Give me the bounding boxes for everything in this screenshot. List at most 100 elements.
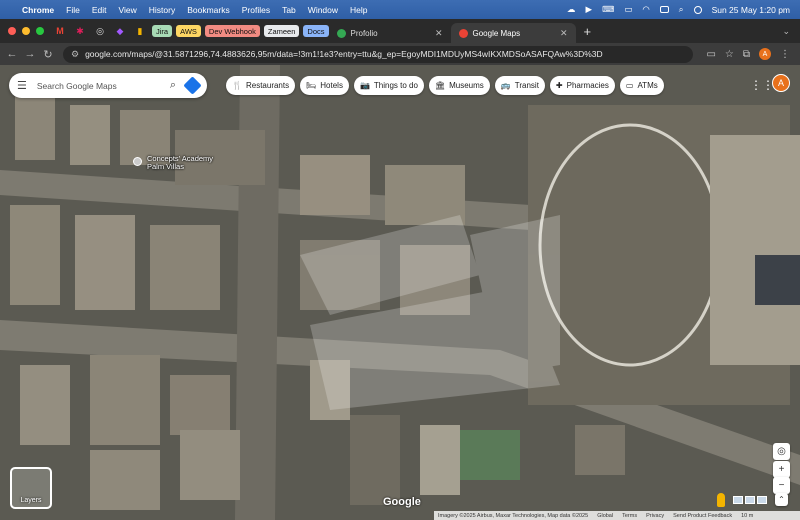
minimize-window-button[interactable] — [22, 27, 30, 35]
expand-icon[interactable]: ⌃ — [775, 493, 788, 506]
zoom-out-button[interactable]: − — [773, 477, 790, 494]
browser-toolbar: ← → ↻ ⚙ google.com/maps/@31.5871296,74.4… — [0, 43, 800, 65]
forward-button[interactable]: → — [21, 48, 39, 60]
chip-things-to-do[interactable]: 📷 Things to do — [353, 76, 424, 95]
chip-museums[interactable]: 🏛 Museums — [428, 76, 490, 95]
thumbnail-icon[interactable] — [733, 496, 743, 504]
gmail-icon[interactable]: M — [52, 23, 68, 39]
control-center-icon[interactable] — [693, 5, 702, 14]
atm-icon: ▭ — [625, 81, 634, 90]
account-avatar[interactable]: A — [772, 74, 790, 92]
search-icon[interactable]: ⌕ — [679, 4, 684, 15]
wifi-icon[interactable]: ◠ — [642, 4, 649, 15]
tab-group-jira[interactable]: Jira — [152, 25, 173, 37]
tab-group-zameen[interactable]: Zameen — [263, 25, 300, 37]
pinned-tabs: M ✱ ◎ ◆ ▮ — [52, 23, 148, 39]
menu-edit[interactable]: Edit — [92, 5, 107, 15]
analytics-icon[interactable]: ▮ — [132, 23, 148, 39]
satellite-imagery — [0, 65, 800, 520]
profile-avatar[interactable]: A — [759, 48, 771, 60]
battery-icon[interactable]: ▭ — [624, 4, 632, 15]
zoom-in-button[interactable]: + — [773, 461, 790, 478]
tab-group-aws[interactable]: AWS — [176, 25, 201, 37]
site-info-icon[interactable]: ⚙ — [71, 49, 79, 60]
keyboard-icon[interactable]: ⌨ — [602, 4, 614, 15]
menu-help[interactable]: Help — [350, 5, 367, 15]
chip-label: Pharmacies — [566, 81, 609, 90]
menu-tab[interactable]: Tab — [282, 5, 296, 15]
layers-label: Layers — [20, 497, 42, 504]
google-maps-favicon-icon — [458, 28, 468, 38]
bus-icon: 🚌 — [500, 81, 511, 90]
imagery-attribution: Imagery ©2025 Airbus, Maxar Technologies… — [438, 512, 589, 519]
url-text: google.com/maps/@31.5871296,74.4883626,9… — [85, 49, 603, 59]
new-tab-button[interactable]: + — [576, 24, 592, 39]
tab-profolio[interactable]: Profolio ✕ — [329, 23, 451, 43]
menu-history[interactable]: History — [149, 5, 175, 15]
chip-hotels[interactable]: 🛏 Hotels — [300, 76, 349, 95]
menu-bookmarks[interactable]: Bookmarks — [187, 5, 230, 15]
menu-app-name[interactable]: Chrome — [22, 5, 54, 15]
tab-search-icon[interactable]: ⌄ — [782, 26, 790, 37]
tab-strip: M ✱ ◎ ◆ ▮ Jira AWS Dev Webhook Zameen Do… — [0, 19, 800, 43]
close-tab-icon[interactable]: ✕ — [435, 28, 443, 39]
close-tab-icon[interactable]: ✕ — [560, 28, 568, 39]
address-bar[interactable]: ⚙ google.com/maps/@31.5871296,74.4883626… — [63, 45, 693, 63]
menu-window[interactable]: Window — [308, 5, 338, 15]
clock[interactable]: Sun 25 May 1:20 pm — [712, 5, 790, 15]
google-logo: Google — [383, 496, 421, 508]
play-icon[interactable]: ▶ — [586, 4, 593, 15]
back-button[interactable]: ← — [3, 48, 21, 60]
directions-icon[interactable] — [183, 76, 202, 95]
terms-link[interactable]: Terms — [622, 513, 637, 519]
chip-pharmacies[interactable]: ✚ Pharmacies — [549, 76, 615, 95]
cast-icon[interactable]: ▭ — [706, 49, 715, 60]
screen-mirroring-icon[interactable] — [659, 6, 669, 13]
browser-menu-icon[interactable]: ⋮ — [780, 49, 790, 60]
place-label[interactable]: Concepts' Academy Palm Villas — [147, 155, 213, 171]
extensions-icon[interactable]: ⧉ — [743, 49, 750, 60]
search-box[interactable]: ☰ Search Google Maps ⌕ — [9, 73, 207, 98]
reload-button[interactable]: ↻ — [39, 48, 57, 61]
scale-bar[interactable]: 10 m — [741, 513, 753, 519]
chip-transit[interactable]: 🚌 Transit — [494, 76, 545, 95]
chip-restaurants[interactable]: 🍴 Restaurants — [226, 76, 296, 95]
chip-atms[interactable]: ▭ ATMs — [619, 76, 664, 95]
github-icon[interactable]: ◎ — [92, 23, 108, 39]
chip-label: Restaurants — [245, 81, 290, 90]
street-view-thumbnails[interactable] — [733, 496, 767, 504]
cloud-icon[interactable]: ☁ — [567, 4, 576, 15]
slack-icon[interactable]: ✱ — [72, 23, 88, 39]
layers-button[interactable]: Layers — [10, 467, 52, 509]
satellite-map[interactable]: ☰ Search Google Maps ⌕ 🍴 Restaurants 🛏 Hot… — [0, 65, 800, 520]
menu-icon[interactable]: ☰ — [17, 79, 27, 92]
thumbnail-icon[interactable] — [745, 496, 755, 504]
my-location-button[interactable]: ◎ — [773, 443, 790, 460]
search-icon[interactable]: ⌕ — [170, 79, 176, 92]
search-input[interactable]: Search Google Maps — [37, 81, 160, 91]
privacy-link[interactable]: Privacy — [646, 513, 664, 519]
tab-group-dev-webhook[interactable]: Dev Webhook — [204, 25, 260, 37]
chip-label: Things to do — [373, 81, 418, 90]
global-link[interactable]: Global — [597, 513, 613, 519]
menu-view[interactable]: View — [118, 5, 136, 15]
window-controls — [0, 27, 52, 35]
chip-label: ATMs — [637, 81, 658, 90]
tab-group-docs[interactable]: Docs — [303, 25, 329, 37]
bookmark-star-icon[interactable]: ☆ — [725, 49, 734, 60]
tab-google-maps[interactable]: Google Maps ✕ — [450, 23, 576, 43]
close-window-button[interactable] — [8, 27, 16, 35]
category-chips: 🍴 Restaurants 🛏 Hotels 📷 Things to do 🏛 Muse… — [226, 76, 664, 95]
bed-icon: 🛏 — [306, 81, 317, 90]
menu-file[interactable]: File — [66, 5, 80, 15]
chip-label: Transit — [514, 81, 539, 90]
menu-profiles[interactable]: Profiles — [242, 5, 270, 15]
thumbnail-icon[interactable] — [757, 496, 767, 504]
figma-icon[interactable]: ◆ — [112, 23, 128, 39]
profolio-favicon-icon — [336, 28, 346, 38]
pegman-icon[interactable] — [717, 493, 725, 507]
feedback-link[interactable]: Send Product Feedback — [673, 513, 732, 519]
chip-label: Museums — [449, 81, 484, 90]
zoom-window-button[interactable] — [36, 27, 44, 35]
place-pin-icon[interactable] — [133, 157, 142, 166]
